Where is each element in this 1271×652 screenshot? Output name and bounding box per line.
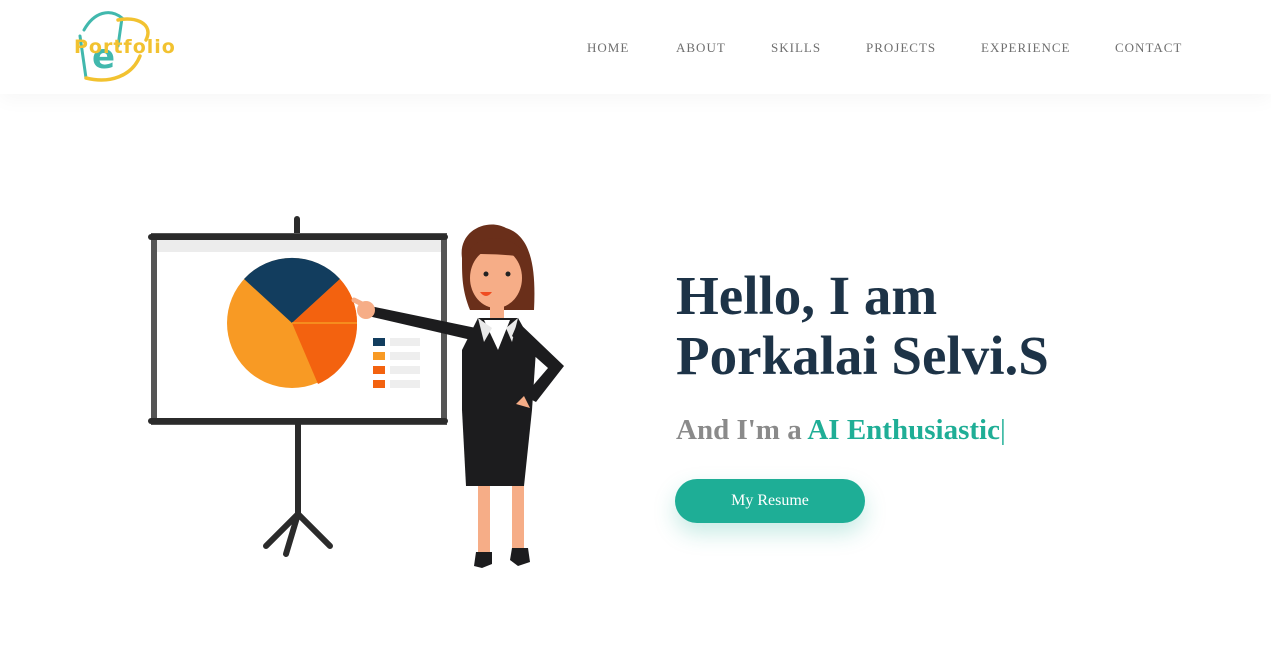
navbar: e Portfolio HOME ABOUT SKILLS PROJECTS E… <box>0 0 1271 94</box>
presentation-woman-icon <box>140 210 590 580</box>
nav-contact[interactable]: CONTACT <box>1115 40 1182 56</box>
nav-projects[interactable]: PROJECTS <box>866 40 936 56</box>
typing-cursor: | <box>999 414 1006 446</box>
main-nav: HOME ABOUT SKILLS PROJECTS EXPERIENCE CO… <box>0 40 1271 60</box>
my-resume-button[interactable]: My Resume <box>675 479 865 523</box>
hero-title: Hello, I am Porkalai Selvi.S <box>676 266 1049 386</box>
typed-role: AI Enthusiastic <box>807 414 1000 446</box>
hero-subtitle: And I'm a AI Enthusiastic| <box>676 414 1006 447</box>
nav-home[interactable]: HOME <box>587 40 629 56</box>
nav-about[interactable]: ABOUT <box>676 40 726 56</box>
subtitle-prefix: And I'm a <box>676 414 808 446</box>
hero-title-line1: Hello, I am <box>676 265 938 326</box>
hero-title-line2: Porkalai Selvi.S <box>676 325 1049 386</box>
nav-experience[interactable]: EXPERIENCE <box>981 40 1070 56</box>
nav-skills[interactable]: SKILLS <box>771 40 821 56</box>
